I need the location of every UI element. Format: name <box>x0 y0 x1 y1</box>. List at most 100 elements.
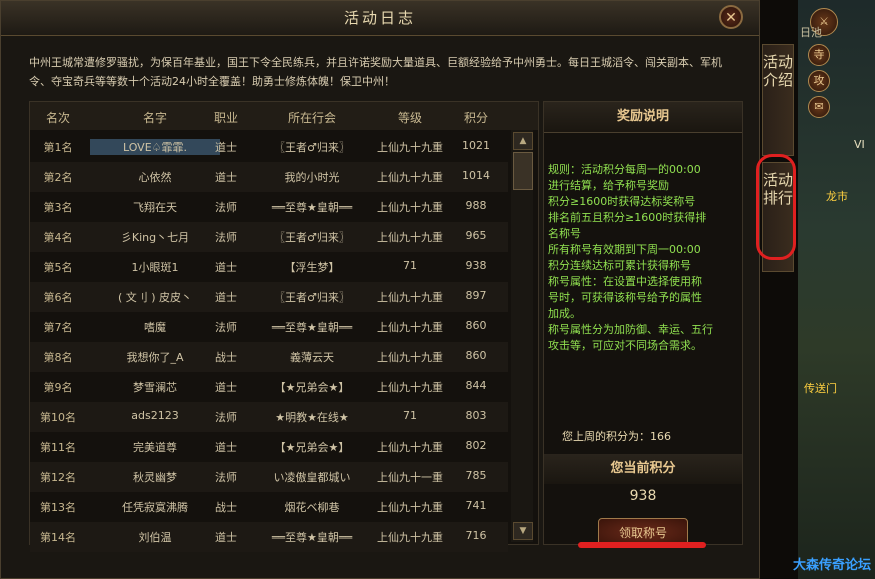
rule-line: 积分≥1600时获得达标奖称号 <box>548 195 696 208</box>
cell-score: 938 <box>465 259 487 272</box>
cell-name: 1小眼斑1 <box>131 261 179 274</box>
cell-name: 梦雪澜芯 <box>133 381 177 394</box>
cell-job: 道士 <box>215 531 237 544</box>
cell-name: 秋灵幽梦 <box>133 471 177 484</box>
cell-name: 我想你了_A <box>126 351 184 364</box>
cell-level: 上仙九十九重 <box>377 291 443 304</box>
close-button[interactable]: ✕ <box>719 5 743 29</box>
cell-level: 上仙九十九重 <box>377 441 443 454</box>
reward-panel: 奖励说明 规则：活动积分每周一的00:00 进行结算，给予称号奖励 积分≥160… <box>543 101 743 546</box>
scene-label: 日池 <box>800 26 822 39</box>
table-row[interactable]: 第3名 飞翔在天 法师 ══至尊★皇朝══ 上仙九十九重 988 <box>30 192 508 222</box>
rule-line: 排名前五且积分≥1600时获得排 <box>548 211 707 224</box>
cell-level: 71 <box>403 259 417 272</box>
cell-name: 飞翔在天 <box>133 201 177 214</box>
mail-icon[interactable]: ✉ <box>808 96 830 118</box>
title-bar: 活动日志 ✕ <box>1 1 759 36</box>
cell-rank: 第4名 <box>43 231 73 244</box>
col-job-header: 职业 <box>213 111 238 125</box>
cell-rank: 第10名 <box>40 411 76 424</box>
table-scrollbar[interactable]: ▲ ▼ <box>511 130 533 542</box>
rule-line: 进行结算，给予称号奖励 <box>548 179 669 192</box>
col-score-header: 积分 <box>463 111 488 125</box>
table-row[interactable]: 第2名 心依然 道士 我的小时光 上仙九十九重 1014 <box>30 162 508 192</box>
ranking-table: 名次 名字 职业 所在行会 等级 积分 第1名 LOVE♤霏霏. 道士 〖王者♂归来〗… <box>29 101 539 552</box>
table-row[interactable]: 第1名 LOVE♤霏霏. 道士 〖王者♂归来〗 上仙九十九重 1021 <box>30 132 508 162</box>
table-row[interactable]: 第5名 1小眼斑1 道士 【浮生梦】 71 938 <box>30 252 508 282</box>
cell-guild: 〖王者♂归来〗 <box>274 141 350 154</box>
col-guild-header: 所在行会 <box>287 111 336 125</box>
cell-name: 完美道尊 <box>133 441 177 454</box>
cell-rank: 第7名 <box>43 321 73 334</box>
table-row[interactable]: 第11名 完美道尊 道士 【★兄弟会★】 上仙九十九重 802 <box>30 432 508 462</box>
cell-job: 道士 <box>215 291 237 304</box>
cell-guild: ══至尊★皇朝══ <box>271 321 353 334</box>
cell-job: 道士 <box>215 171 237 184</box>
teleport-label[interactable]: 传送门 <box>804 380 837 396</box>
cell-score: 785 <box>465 469 487 482</box>
temple-button[interactable]: 寺 <box>808 44 830 66</box>
scene-label: VI <box>854 138 865 151</box>
cell-rank: 第1名 <box>43 141 73 154</box>
current-score-value: 938 <box>629 488 657 504</box>
cell-level: 上仙九十九重 <box>377 381 443 394</box>
cell-guild: い凌傲皇都城い <box>273 471 351 484</box>
table-row[interactable]: 第9名 梦雪澜芯 道士 【★兄弟会★】 上仙九十九重 844 <box>30 372 508 402</box>
current-score-title: 您当前积分 <box>544 454 742 484</box>
scroll-down-button[interactable]: ▼ <box>513 522 533 540</box>
cell-rank: 第5名 <box>43 261 73 274</box>
cell-rank: 第6名 <box>43 291 73 304</box>
cell-name: 彡King丶七月 <box>120 231 190 244</box>
cell-name: ( 文刂 ) 皮皮丶 <box>117 291 193 304</box>
table-row[interactable]: 第6名 ( 文刂 ) 皮皮丶 道士 〖王者♂归来〗 上仙九十九重 897 <box>30 282 508 312</box>
reward-title: 奖励说明 <box>544 102 742 133</box>
table-row[interactable]: 第14名 刘伯温 道士 ══至尊★皇朝══ 上仙九十九重 716 <box>30 522 508 552</box>
cell-level: 上仙九十九重 <box>377 501 443 514</box>
cell-score: 988 <box>465 199 487 212</box>
rule-line: 称号属性分为加防御、幸运、五行 <box>548 323 713 336</box>
cell-name: 任凭寂寞沸腾 <box>122 501 188 514</box>
cell-name: 刘伯温 <box>138 531 172 544</box>
cell-guild: 〖王者♂归来〗 <box>274 231 350 244</box>
watermark: 大森传奇论坛 <box>792 558 871 573</box>
cell-job: 法师 <box>215 201 237 214</box>
last-week-label: 您上周的积分为： <box>562 430 650 443</box>
cell-level: 上仙九十九重 <box>377 321 443 334</box>
rule-line: 积分连续达标可累计获得称号 <box>548 259 691 272</box>
cell-job: 战士 <box>215 351 237 364</box>
cell-guild: ══至尊★皇朝══ <box>271 531 353 544</box>
cell-level: 上仙九十九重 <box>377 201 443 214</box>
table-row[interactable]: 第12名 秋灵幽梦 法师 い凌傲皇都城い 上仙九十一重 785 <box>30 462 508 492</box>
cell-rank: 第2名 <box>43 171 73 184</box>
scroll-up-button[interactable]: ▲ <box>513 132 533 150</box>
cell-rank: 第3名 <box>43 201 73 214</box>
cell-guild: ══至尊★皇朝══ <box>271 201 353 214</box>
cell-guild: 【浮生梦】 <box>284 261 340 274</box>
table-row[interactable]: 第4名 彡King丶七月 法师 〖王者♂归来〗 上仙九十九重 965 <box>30 222 508 252</box>
cell-job: 道士 <box>215 141 237 154</box>
window-title: 活动日志 <box>343 9 416 27</box>
game-scene: ⚔ 寺 攻 ✉ 日池 龙市 传送门 VI <box>798 0 875 579</box>
col-name-header: 名字 <box>142 111 167 125</box>
cell-level: 上仙九十九重 <box>377 231 443 244</box>
table-row[interactable]: 第8名 我想你了_A 战士 義薄云天 上仙九十九重 860 <box>30 342 508 372</box>
cell-name: 心依然 <box>138 171 172 184</box>
annotation-underline <box>578 542 706 548</box>
scene-label: 龙市 <box>826 190 848 203</box>
tab-activity-intro[interactable]: 活动介绍 <box>762 44 794 156</box>
annotation-circle <box>756 154 796 260</box>
table-row[interactable]: 第7名 嗜魔 法师 ══至尊★皇朝══ 上仙九十九重 860 <box>30 312 508 342</box>
cell-level: 上仙九十九重 <box>377 141 443 154</box>
col-rank-header: 名次 <box>45 111 70 125</box>
attack-button[interactable]: 攻 <box>808 70 830 92</box>
cell-guild: 【★兄弟会★】 <box>274 381 350 394</box>
table-row[interactable]: 第10名 ads2123 法师 ★明教★在线★ 71 803 <box>30 402 508 432</box>
scroll-thumb[interactable] <box>513 152 533 190</box>
intro-text: 中州王城常遭修罗骚扰，为保百年基业，国王下令全民练兵，并且许诺奖励大量道具、巨额… <box>29 56 722 88</box>
cell-job: 道士 <box>215 261 237 274</box>
cell-rank: 第13名 <box>40 501 76 514</box>
cell-score: 860 <box>465 349 487 362</box>
table-row[interactable]: 第13名 任凭寂寞沸腾 战士 烟花ベ柳巷 上仙九十九重 741 <box>30 492 508 522</box>
last-week-score: 您上周的积分为：166 <box>562 428 671 444</box>
cell-rank: 第14名 <box>40 531 76 544</box>
